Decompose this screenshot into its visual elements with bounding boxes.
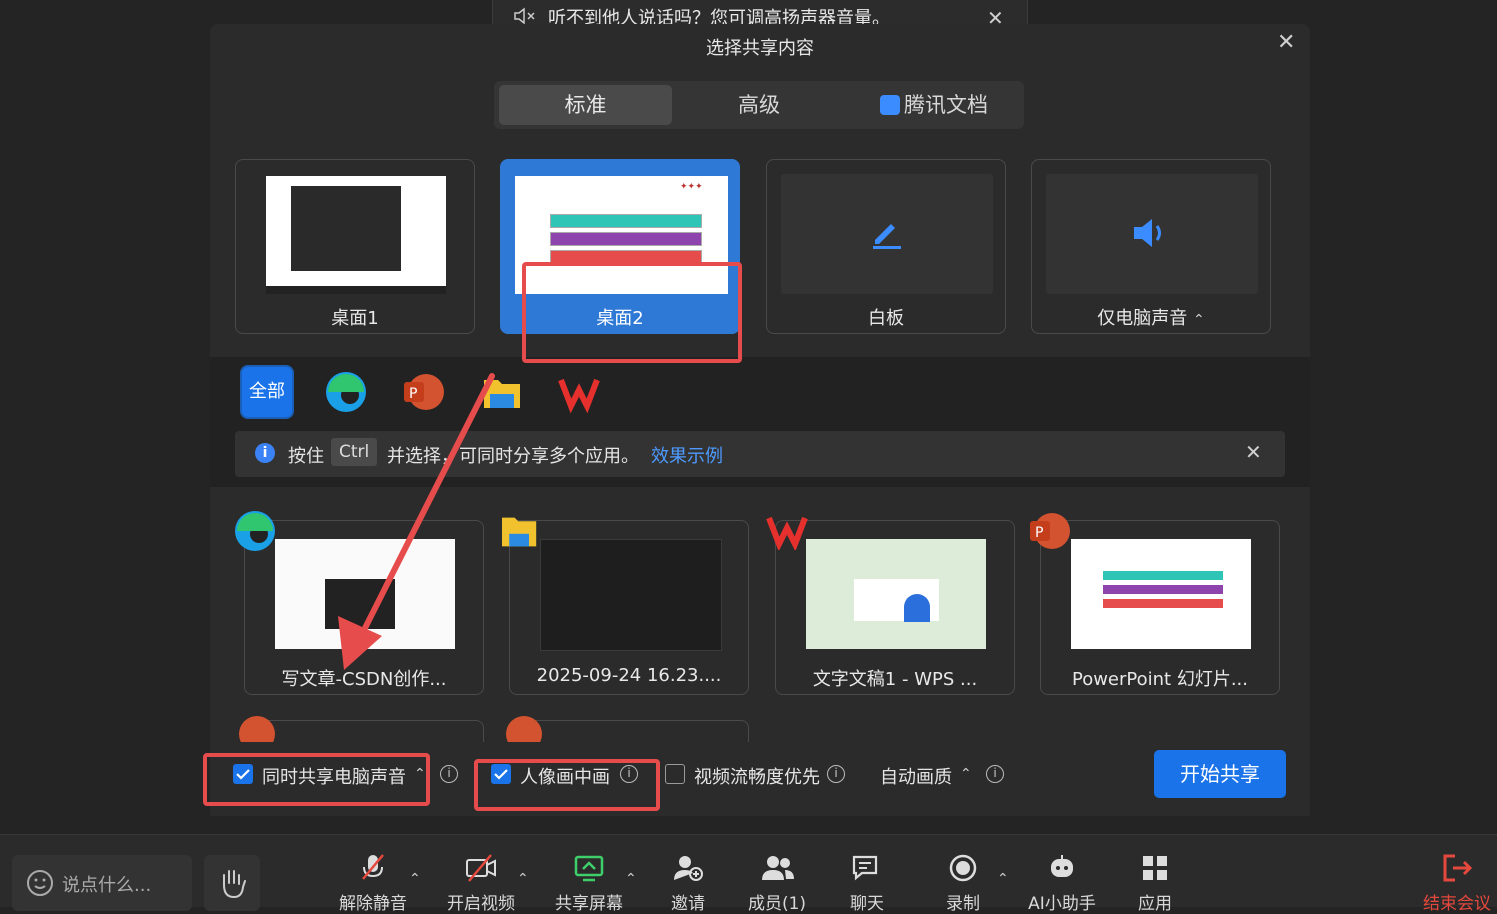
edge-icon [233,509,277,553]
exit-icon [1441,853,1473,883]
camera-off-icon [465,853,497,883]
window-label: 2025-09-24 16.23.... [536,665,722,686]
meeting-toolbar: 说点什么... 解除静音 ⌃ 开启视频 ⌃ 共享屏幕 ⌃ 邀请 成员(1) 聊天… [0,834,1497,914]
toolbar-label: 结束会议 [1423,894,1491,914]
hand-icon [218,867,248,903]
toolbar-start-video[interactable]: 开启视频 [431,853,531,914]
toolbar-chat[interactable]: 聊天 [817,853,917,914]
toolbar-label: 成员(1) [747,894,807,914]
info-icon[interactable]: i [986,765,1004,783]
toolbar-members[interactable]: 成员(1) [727,853,827,914]
dialog-title: 选择共享内容 [706,38,814,59]
window-label: 文字文稿1 - WPS ... [812,669,978,690]
toolbar-end-meeting[interactable]: 结束会议 [1412,853,1497,914]
dialog-close-icon[interactable]: ✕ [1277,30,1295,55]
example-link[interactable]: 效果示例 [651,442,723,468]
chevron-up-icon[interactable]: ⌃ [960,766,972,782]
info-icon[interactable]: i [440,765,458,783]
window-label: PowerPoint 幻灯片... [1071,669,1248,690]
tab-tencent-docs-label: 腾讯文档 [904,93,988,117]
annotation-arrow [338,373,495,670]
powerpoint-icon [500,712,544,752]
wps-thumbnail [806,539,986,649]
screen-card-audio-only[interactable]: 仅电脑声音 ⌃ [1031,159,1271,334]
toolbar-apps[interactable]: 应用 [1105,853,1205,914]
record-icon [947,853,979,883]
quality-dropdown[interactable]: 自动画质 [880,763,952,789]
close-icon[interactable]: ✕ [1245,440,1262,464]
chat-quick-input[interactable]: 说点什么... [12,855,192,911]
screen-label: 仅电脑声音 ⌃ [1032,304,1270,330]
tab-standard[interactable]: 标准 [499,85,672,125]
fluency-label: 视频流畅度优先 [694,767,820,788]
start-share-button[interactable]: 开始共享 [1154,750,1286,798]
speaker-icon [1132,216,1172,254]
info-icon: i [255,443,275,463]
annotation-box [474,759,660,811]
chat-icon [851,853,883,883]
wps-icon [765,514,809,558]
toolbar-label: 应用 [1138,894,1172,914]
toolbar-unmute[interactable]: 解除静音 [323,853,423,914]
chevron-up-icon[interactable]: ⌃ [625,871,637,887]
apps-icon [1139,853,1171,883]
toolbar-invite[interactable]: 邀请 [638,853,738,914]
chevron-up-icon[interactable]: ⌃ [517,871,529,887]
invite-icon [672,853,704,883]
screen-card-desktop1[interactable]: 桌面1 [235,159,475,334]
raise-hand-button[interactable] [204,855,260,911]
powerpoint-thumbnail [1071,539,1251,649]
toolbar-ai-assistant[interactable]: AI小助手 [1012,853,1112,914]
chevron-up-icon[interactable]: ⌃ [997,871,1009,887]
info-icon[interactable]: i [827,765,845,783]
powerpoint-icon [233,712,277,752]
toolbar-label: 聊天 [850,894,884,914]
toolbar-share-screen[interactable]: 共享屏幕 [539,853,639,914]
pencil-icon [869,214,905,254]
hint-prefix: 按住 [288,446,324,467]
tab-tencent-docs[interactable]: 腾讯文档 [849,85,1019,125]
toolbar-label: AI小助手 [1028,894,1096,914]
emoji-icon [26,869,54,901]
screen-label: 白板 [868,308,904,329]
share-tabs: 标准 高级 腾讯文档 [494,81,1024,129]
ai-assistant-icon [1046,853,1078,883]
mic-muted-icon [357,853,389,883]
annotation-box [203,753,430,806]
tencent-docs-icon [880,95,900,115]
desktop1-thumbnail [266,176,446,294]
screen-card-whiteboard[interactable]: 白板 [766,159,1006,334]
powerpoint-icon: P [1028,509,1072,553]
chevron-up-icon[interactable]: ⌃ [409,871,421,887]
share-screen-icon [573,853,605,883]
svg-text:P: P [1035,525,1043,541]
folder-thumbnail [540,539,722,651]
screen-label: 桌面1 [331,308,379,329]
toolbar-label: 开启视频 [447,894,515,914]
tab-advanced[interactable]: 高级 [674,85,844,125]
window-card-powerpoint[interactable]: PowerPoint 幻灯片... [1040,520,1280,695]
annotation-box [522,262,742,363]
window-card-wps[interactable]: 文字文稿1 - WPS ... [775,520,1015,695]
say-placeholder: 说点什么... [62,875,152,896]
chevron-up-icon[interactable]: ⌃ [1193,312,1205,328]
wps-icon[interactable] [557,370,601,414]
audio-only-label: 仅电脑声音 [1097,308,1188,329]
toolbar-label: 录制 [946,894,980,914]
window-card-recording-folder[interactable]: 2025-09-24 16.23.... [509,520,749,695]
toolbar-label: 邀请 [671,894,705,914]
toolbar-label: 解除静音 [339,894,407,914]
toolbar-label: 共享屏幕 [555,894,623,914]
members-icon [761,853,794,883]
fluency-checkbox[interactable] [665,764,685,784]
filter-all-button[interactable]: 全部 [242,367,292,417]
